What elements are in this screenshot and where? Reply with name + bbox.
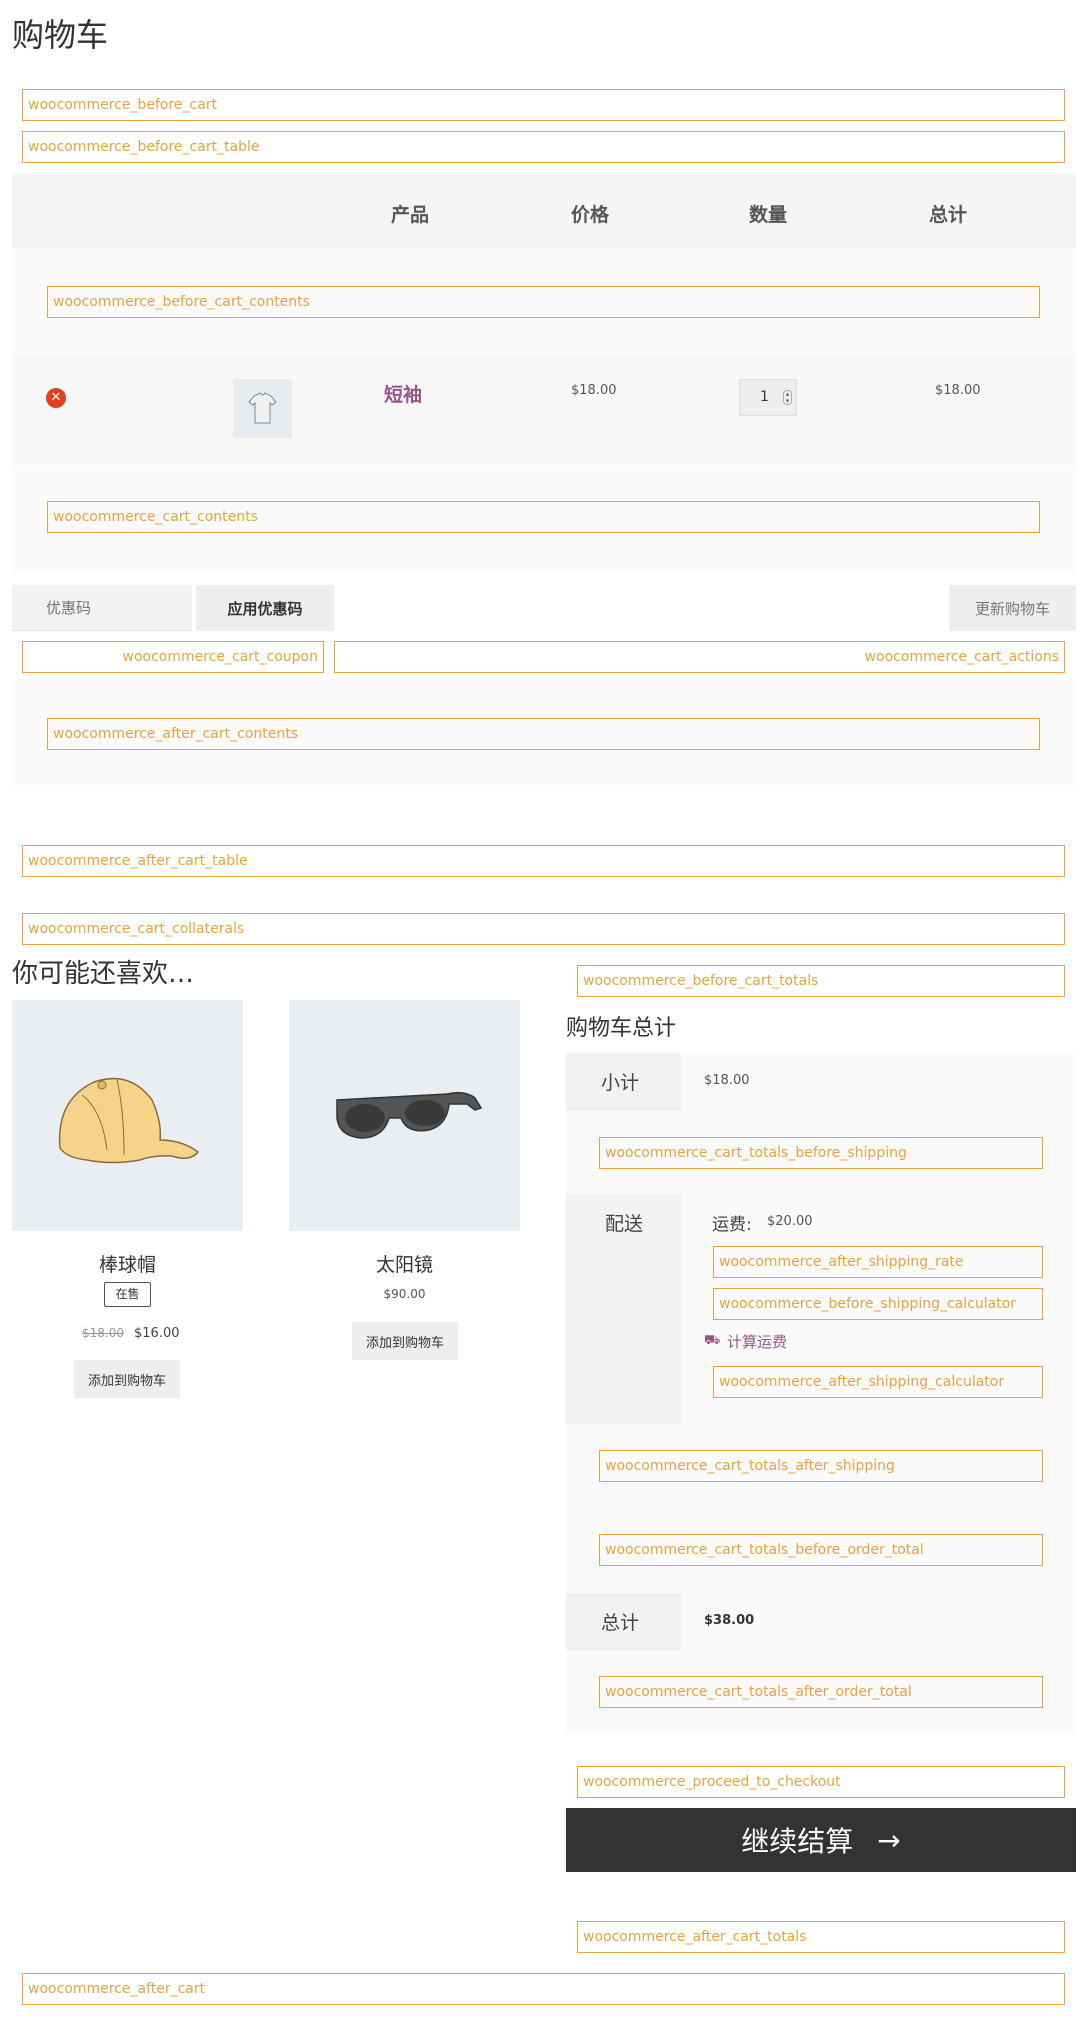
hook-before-shipping-calculator: woocommerce_before_shipping_calculator	[713, 1288, 1043, 1320]
item-total: $18.00	[935, 383, 981, 398]
header-total: 总计	[928, 204, 967, 226]
product-name-sunglasses[interactable]: 太阳镜	[289, 1250, 520, 1277]
truck-icon: ⛟	[704, 1333, 721, 1348]
hook-after-cart-contents: woocommerce_after_cart_contents	[47, 718, 1040, 750]
page-title: 购物车	[12, 16, 109, 54]
product-thumbnail[interactable]	[233, 379, 292, 438]
sale-badge: 在售	[104, 1282, 151, 1307]
price-cap: $16.00	[134, 1326, 180, 1341]
hook-proceed-to-checkout: woocommerce_proceed_to_checkout	[577, 1766, 1065, 1798]
subtotal-value: $18.00	[704, 1073, 750, 1088]
checkout-button[interactable]: 继续结算 →	[566, 1808, 1076, 1872]
shipping-rate-value: $20.00	[767, 1214, 813, 1229]
hook-before-cart-totals: woocommerce_before_cart_totals	[577, 965, 1065, 997]
header-price: 价格	[570, 204, 609, 226]
hook-cart-contents: woocommerce_cart_contents	[47, 501, 1040, 533]
hook-after-shipping-calculator: woocommerce_after_shipping_calculator	[713, 1366, 1043, 1398]
product-name-cap[interactable]: 棒球帽	[12, 1250, 243, 1277]
hook-before-cart-contents: woocommerce_before_cart_contents	[47, 286, 1040, 318]
update-cart-button[interactable]: 更新购物车	[949, 585, 1076, 631]
stepper-arrows-icon[interactable]: ▴ ▾	[783, 390, 792, 405]
calculate-shipping-link[interactable]: 计算运费	[727, 1331, 787, 1352]
add-to-cart-cap-button[interactable]: 添加到购物车	[74, 1360, 180, 1398]
cross-sells-heading: 你可能还喜欢…	[12, 959, 195, 989]
cap-icon	[58, 1077, 200, 1164]
cart-item-row	[12, 355, 1076, 465]
order-total-label: 总计	[601, 1612, 640, 1634]
subtotal-label: 小计	[601, 1072, 640, 1094]
arrow-right-icon: →	[877, 1823, 901, 1857]
hook-cart-collaterals: woocommerce_cart_collaterals	[22, 913, 1065, 945]
hook-after-shipping-rate: woocommerce_after_shipping_rate	[713, 1246, 1043, 1278]
price-sunglasses: $90.00	[383, 1287, 426, 1301]
order-total-value: $38.00	[704, 1613, 755, 1628]
coupon-input[interactable]	[12, 585, 192, 631]
quantity-stepper[interactable]: 1 ▴ ▾	[739, 379, 797, 416]
apply-coupon-button[interactable]: 应用优惠码	[196, 585, 334, 631]
header-product: 产品	[390, 204, 429, 226]
header-quantity: 数量	[748, 204, 787, 226]
old-price-cap: $18.00	[82, 1326, 124, 1340]
sunglasses-icon	[336, 1091, 483, 1139]
remove-item-icon[interactable]: ✕	[46, 388, 66, 408]
quantity-value: 1	[760, 389, 769, 405]
shipping-label: 配送	[605, 1213, 644, 1235]
hook-before-cart-table: woocommerce_before_cart_table	[22, 131, 1065, 163]
cart-totals-heading: 购物车总计	[566, 1016, 677, 1041]
product-image-cap[interactable]	[12, 1000, 243, 1231]
product-name-link[interactable]: 短袖	[384, 380, 422, 407]
hook-cart-actions: woocommerce_cart_actions	[334, 641, 1065, 673]
item-price: $18.00	[571, 383, 617, 398]
tshirt-icon	[248, 392, 277, 424]
hook-before-cart: woocommerce_before_cart	[22, 89, 1065, 121]
hook-cart-coupon: woocommerce_cart_coupon	[22, 641, 324, 673]
hook-after-cart-table: woocommerce_after_cart_table	[22, 845, 1065, 877]
checkout-label: 继续结算	[741, 1825, 854, 1858]
hook-cart-totals-after-shipping: woocommerce_cart_totals_after_shipping	[599, 1450, 1043, 1482]
hook-cart-totals-before-shipping: woocommerce_cart_totals_before_shipping	[599, 1137, 1043, 1169]
product-image-sunglasses[interactable]	[289, 1000, 520, 1231]
hook-after-cart-totals: woocommerce_after_cart_totals	[577, 1921, 1065, 1953]
hook-cart-totals-before-order-total: woocommerce_cart_totals_before_order_tot…	[599, 1534, 1043, 1566]
shipping-rate-label: 运费:	[712, 1215, 752, 1235]
hook-cart-totals-after-order-total: woocommerce_cart_totals_after_order_tota…	[599, 1676, 1043, 1708]
hook-after-cart: woocommerce_after_cart	[22, 1973, 1065, 2005]
add-to-cart-sunglasses-button[interactable]: 添加到购物车	[352, 1322, 458, 1360]
